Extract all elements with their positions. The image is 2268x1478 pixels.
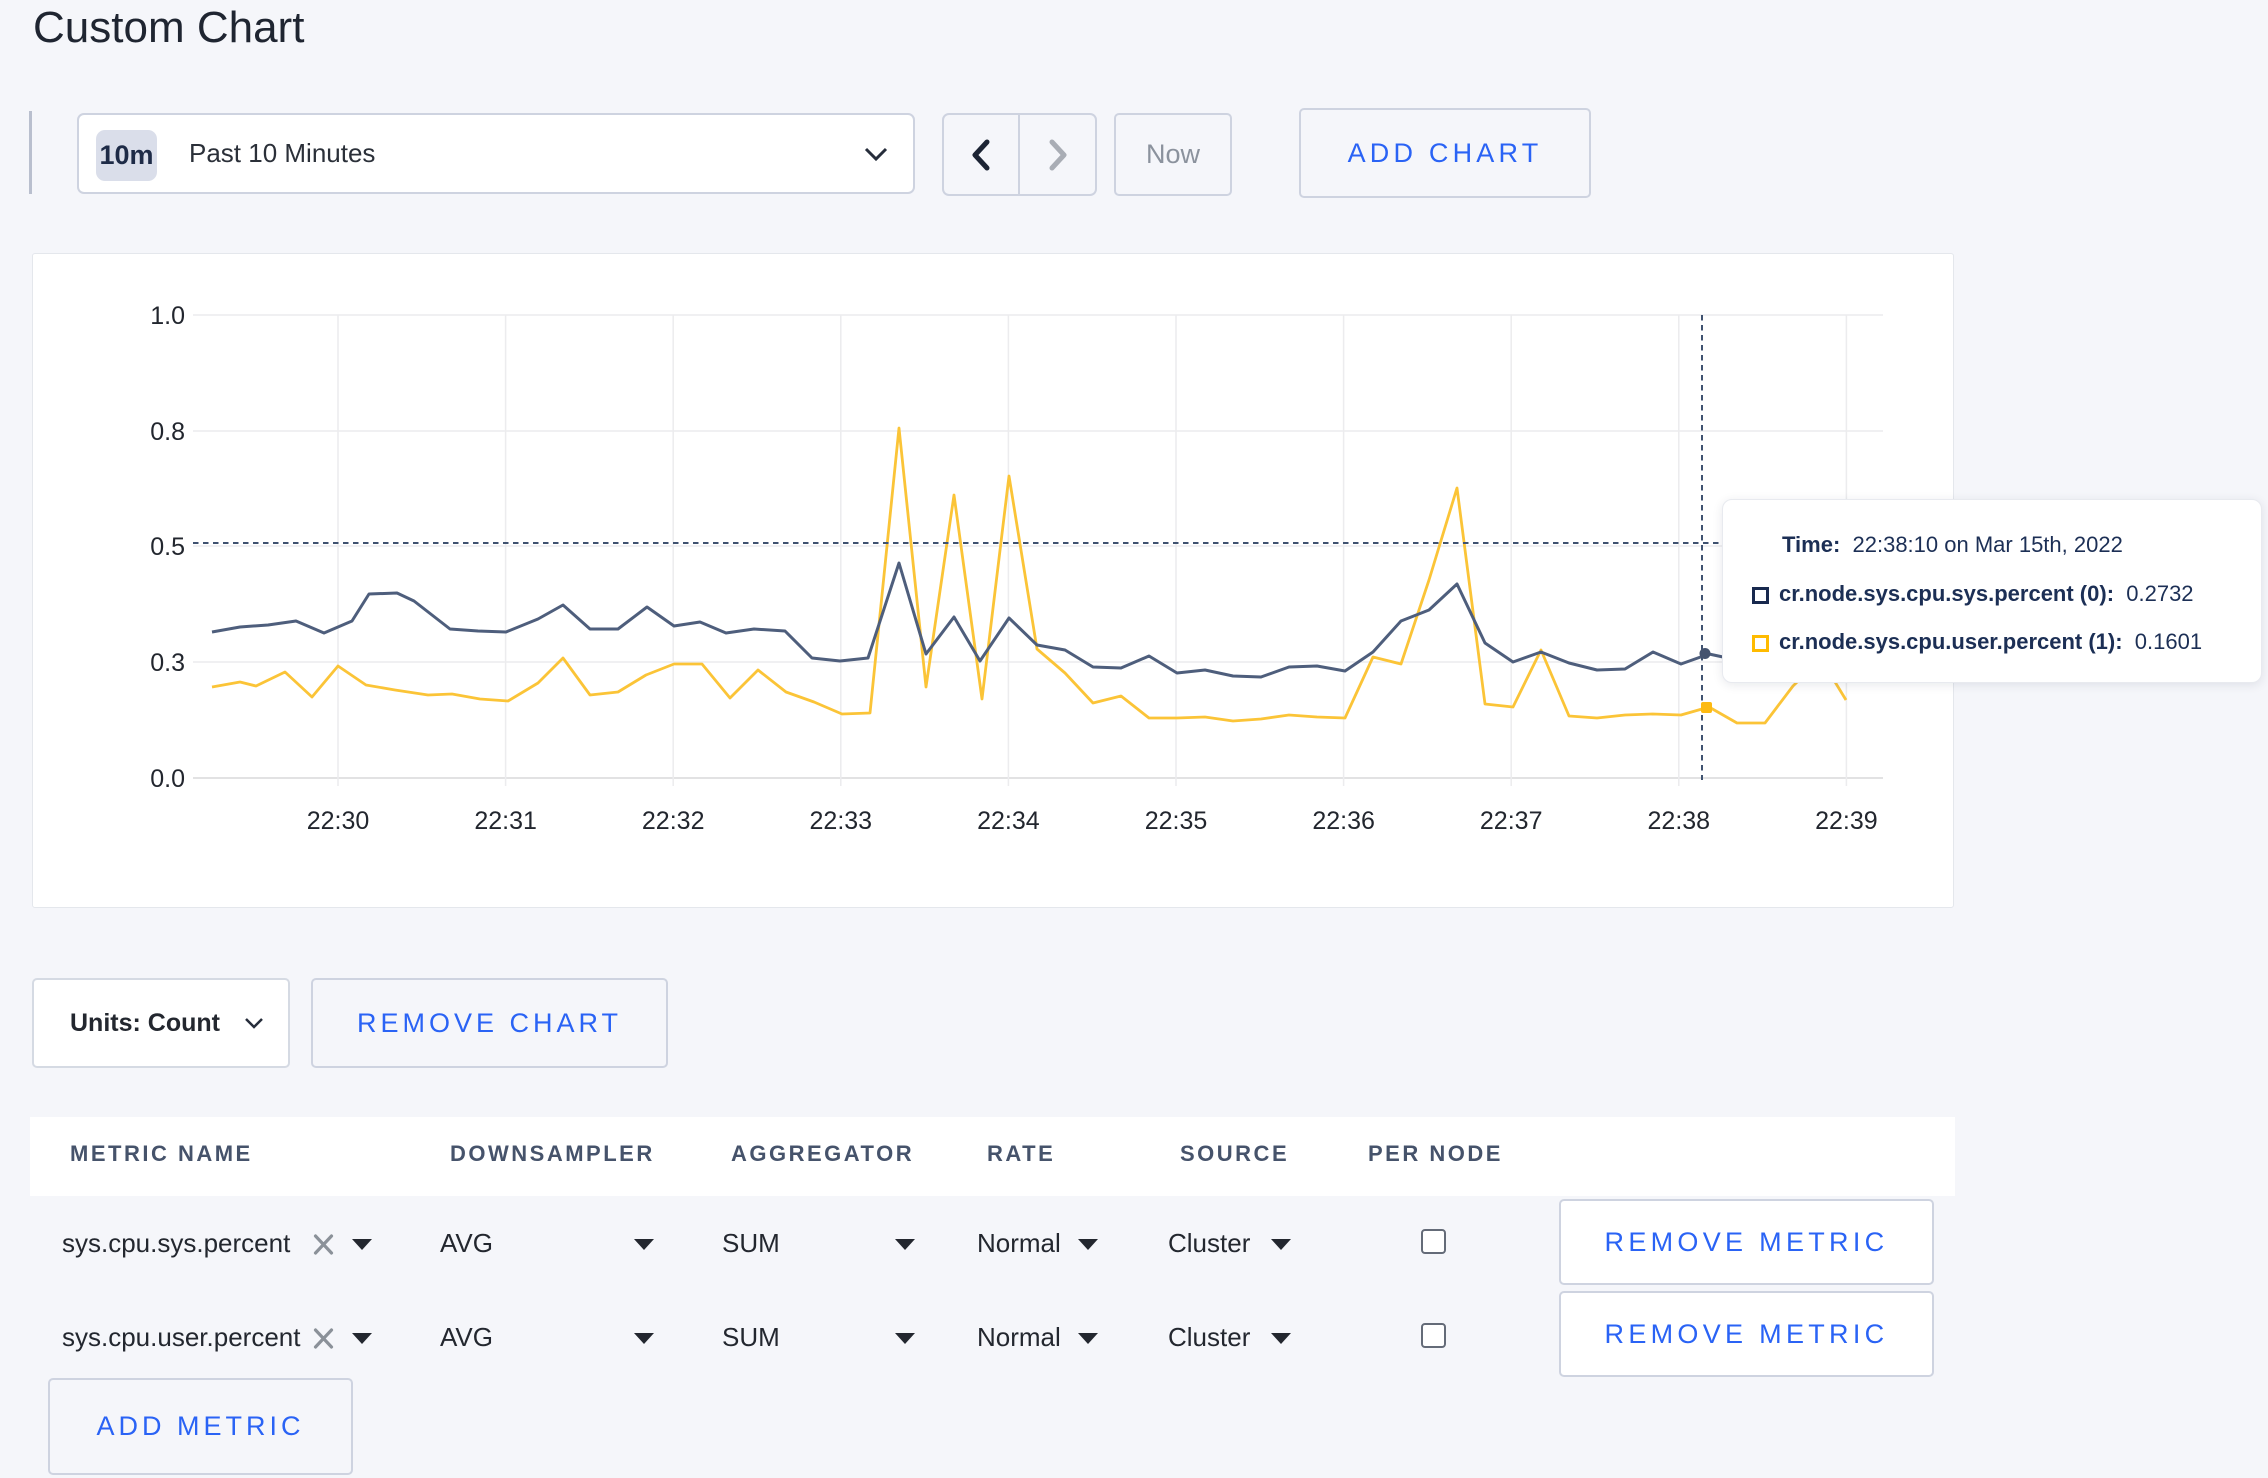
svg-text:0.3: 0.3 — [150, 649, 185, 677]
svg-text:22:33: 22:33 — [810, 807, 873, 835]
svg-text:1.0: 1.0 — [150, 302, 185, 330]
svg-text:0.8: 0.8 — [150, 418, 185, 446]
svg-text:0.5: 0.5 — [150, 533, 185, 561]
svg-text:22:35: 22:35 — [1145, 807, 1208, 835]
svg-text:22:31: 22:31 — [474, 807, 537, 835]
svg-text:22:30: 22:30 — [307, 807, 370, 835]
svg-text:22:38: 22:38 — [1648, 807, 1711, 835]
svg-text:22:34: 22:34 — [977, 807, 1040, 835]
svg-text:22:39: 22:39 — [1815, 807, 1878, 835]
svg-text:22:37: 22:37 — [1480, 807, 1543, 835]
svg-text:0.0: 0.0 — [150, 765, 185, 793]
svg-text:22:32: 22:32 — [642, 807, 705, 835]
svg-text:22:36: 22:36 — [1312, 807, 1375, 835]
